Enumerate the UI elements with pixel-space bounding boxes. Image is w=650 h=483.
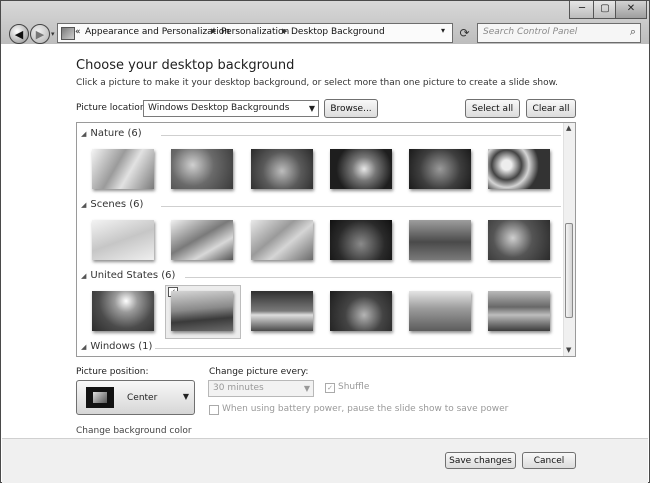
thumbnail-scenes-5[interactable] xyxy=(409,220,471,260)
clear-all-button[interactable]: Clear all xyxy=(526,99,576,118)
thumbnail-nature-1[interactable] xyxy=(92,149,154,189)
control-panel-icon xyxy=(61,27,75,40)
group-divider xyxy=(155,348,561,349)
thumbnail-us-5[interactable] xyxy=(409,291,471,331)
battery-pause-checkbox[interactable] xyxy=(209,405,219,415)
position-preview-icon xyxy=(86,387,114,408)
shuffle-checkbox[interactable]: ✓ xyxy=(325,383,335,393)
thumbnail-nature-3[interactable] xyxy=(251,149,313,189)
breadcrumb-overflow[interactable]: « xyxy=(75,27,81,37)
collapse-triangle-icon: ◢ xyxy=(81,272,87,280)
picture-position-select[interactable]: Center ▼ xyxy=(76,380,195,415)
scroll-up-icon[interactable]: ▲ xyxy=(566,124,571,132)
scroll-down-icon[interactable]: ▼ xyxy=(566,346,571,354)
title-bar: ─ ▢ ✕ ◀ ▶ ▾ « Appearance and Personaliza… xyxy=(1,1,649,44)
battery-pause-label: When using battery power, pause the slid… xyxy=(222,404,509,414)
back-button[interactable]: ◀ xyxy=(9,24,29,44)
search-icon[interactable]: ⌕ xyxy=(630,25,636,39)
chevron-down-icon: ▼ xyxy=(303,384,310,393)
thumbnail-nature-6[interactable] xyxy=(488,149,550,189)
group-divider xyxy=(161,135,561,136)
breadcrumb-personalization[interactable]: Personalization xyxy=(221,27,289,37)
browse-button[interactable]: Browse... xyxy=(324,99,378,118)
change-background-color-link[interactable]: Change background color xyxy=(76,426,192,436)
chevron-right-icon[interactable]: ▶ xyxy=(282,27,287,35)
thumbnail-nature-2[interactable] xyxy=(171,149,233,189)
recent-pages-dropdown[interactable]: ▾ xyxy=(51,30,55,38)
thumbnail-scenes-3[interactable] xyxy=(251,220,313,260)
group-divider xyxy=(185,277,561,278)
page-title: Choose your desktop background xyxy=(76,58,295,73)
forward-button[interactable]: ▶ xyxy=(30,24,50,44)
thumbnail-us-2[interactable] xyxy=(171,291,233,331)
breadcrumb-desktop-background: Desktop Background xyxy=(291,27,385,37)
thumbnail-us-1[interactable] xyxy=(92,291,154,331)
thumbnail-scenes-2[interactable] xyxy=(171,220,233,260)
collapse-triangle-icon: ◢ xyxy=(81,343,87,351)
page-subtitle: Click a picture to make it your desktop … xyxy=(76,78,559,88)
collapse-triangle-icon: ◢ xyxy=(81,130,87,138)
thumbnail-scenes-1[interactable] xyxy=(92,220,154,260)
chevron-down-icon[interactable]: ▾ xyxy=(441,26,445,35)
group-header-nature[interactable]: ◢ Nature (6) xyxy=(81,128,142,143)
thumbnail-scenes-6[interactable] xyxy=(488,220,550,260)
chevron-down-icon: ▼ xyxy=(182,392,189,401)
picture-position-label: Picture position: xyxy=(76,367,149,377)
group-header-windows[interactable]: ◢ Windows (1) xyxy=(81,341,152,356)
picture-gallery[interactable]: ◢ Nature (6) ◢ Scenes (6) ◢ United States (… xyxy=(76,122,576,357)
change-picture-label: Change picture every: xyxy=(209,367,309,377)
cancel-button[interactable]: Cancel xyxy=(522,452,576,469)
thumbnail-us-6[interactable] xyxy=(488,291,550,331)
thumbnail-nature-4[interactable] xyxy=(330,149,392,189)
picture-location-select[interactable]: Windows Desktop Backgrounds ▼ xyxy=(143,100,319,117)
chevron-down-icon: ▼ xyxy=(308,104,315,113)
close-button[interactable]: ✕ xyxy=(615,1,647,19)
maximize-button[interactable]: ▢ xyxy=(593,1,617,19)
picture-location-label: Picture location: xyxy=(76,103,149,113)
group-header-united-states[interactable]: ◢ United States (6) xyxy=(81,270,175,285)
thumbnail-us-4[interactable] xyxy=(330,291,392,331)
thumbnail-us-3[interactable] xyxy=(251,291,313,331)
search-input[interactable]: Search Control Panel ⌕ xyxy=(477,23,641,43)
thumbnail-nature-5[interactable] xyxy=(409,149,471,189)
address-bar[interactable]: « Appearance and Personalization ▶ Perso… xyxy=(57,23,453,43)
shuffle-label: Shuffle xyxy=(338,382,370,392)
save-changes-button[interactable]: Save changes xyxy=(445,452,516,469)
group-divider xyxy=(161,206,561,207)
collapse-triangle-icon: ◢ xyxy=(81,201,87,209)
select-all-button[interactable]: Select all xyxy=(465,99,520,118)
group-header-scenes[interactable]: ◢ Scenes (6) xyxy=(81,199,143,214)
thumbnail-scenes-4[interactable] xyxy=(330,220,392,260)
refresh-icon[interactable]: ⟳ xyxy=(456,25,473,42)
interval-select[interactable]: 30 minutes ▼ xyxy=(208,380,314,397)
minimize-button[interactable]: ─ xyxy=(569,1,595,19)
window: ─ ▢ ✕ ◀ ▶ ▾ « Appearance and Personaliza… xyxy=(0,0,650,483)
scrollbar-thumb[interactable] xyxy=(565,223,573,318)
breadcrumb-appearance[interactable]: Appearance and Personalization xyxy=(85,27,230,37)
chevron-right-icon[interactable]: ▶ xyxy=(211,27,216,35)
gallery-scrollbar[interactable]: ▲ ▼ xyxy=(563,123,575,356)
